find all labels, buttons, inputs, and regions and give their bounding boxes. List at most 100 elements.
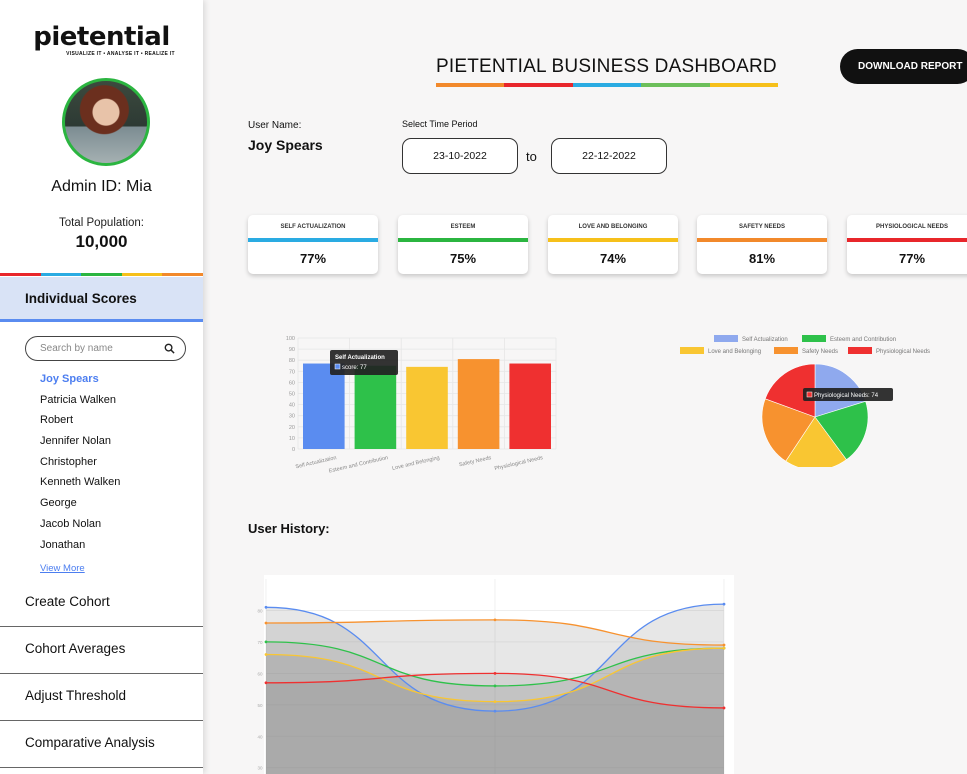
tooltip-title: Self Actualization [335,355,385,361]
tooltip-label: Physiological Needs: 74 [814,393,879,399]
date-from-field[interactable]: 23-10-2022 [402,138,518,174]
data-point [722,646,726,650]
logo-text: pietential [33,22,170,52]
user-list-item[interactable]: Robert [40,414,120,435]
y-tick-label: 100 [286,336,295,342]
y-tick-label: 90 [289,347,295,353]
data-point [493,671,497,675]
data-point [264,653,268,656]
y-tick-label: 20 [289,425,295,431]
y-tick-label: 30 [257,766,263,771]
admin-id: Admin ID: Mia [51,178,152,195]
menu-cohort-averages[interactable]: Cohort Averages [0,627,203,674]
population-label: Total Population: [58,217,145,229]
y-tick-label: 80 [289,358,295,364]
data-point [264,621,268,625]
score-card[interactable]: ESTEEM 75% [398,215,528,274]
data-point [493,709,497,713]
legend-label: Love and Belonging [708,349,761,355]
menu-adjust-threshold[interactable]: Adjust Threshold [0,674,203,721]
data-point [722,602,726,606]
search-placeholder: Search by name [40,343,113,354]
data-point [722,643,726,647]
bar [303,363,345,449]
tooltip-swatch [806,391,813,398]
user-list-item[interactable]: Jennifer Nolan [40,435,120,456]
score-card-label: LOVE AND BELONGING [578,223,648,230]
download-report-button[interactable]: DOWNLOAD REPORT [840,49,967,84]
data-point [264,640,268,644]
legend-label: Physiological Needs [876,349,930,355]
score-card[interactable]: SAFETY NEEDS 81% [697,215,827,274]
y-tick-label: 0 [292,447,295,453]
legend-swatch [802,335,826,342]
user-history-title: User History: [248,521,330,536]
date-to-field[interactable]: 22-12-2022 [551,138,667,174]
y-tick-label: 40 [289,403,295,409]
legend-label: Self Actualization [742,337,788,343]
user-list-item[interactable]: Patricia Walken [40,394,120,415]
score-card[interactable]: SELF ACTUALIZATION 77% [248,215,378,274]
score-card-label: ESTEEM [450,223,476,230]
x-tick-label: Love and Belonging [392,455,441,472]
menu-comparative-analysis[interactable]: Comparative Analysis [0,721,203,768]
score-card-value: 81% [748,250,776,266]
score-card-value: 77% [299,250,327,266]
y-tick-label: 80 [257,608,263,613]
data-point [722,706,726,710]
time-period-label: Select Time Period [402,119,478,129]
x-tick-label: Physiological Needs [494,455,544,472]
score-card-value: 75% [449,250,477,266]
legend-label: Esteem and Contribution [830,337,896,343]
data-point [264,681,268,685]
score-card-value: 77% [898,250,926,266]
legend-label: Safety Needs [802,349,838,355]
score-card-label: SAFETY NEEDS [739,223,785,230]
sidebar-item-individual-scores[interactable]: Individual Scores [0,277,203,322]
score-card-label: PHYSIOLOGICAL NEEDS [876,223,948,230]
score-card-value: 74% [599,250,627,266]
to-label: to [526,149,537,164]
y-tick-label: 30 [289,414,295,420]
avatar [62,78,150,166]
bar [354,365,397,449]
user-list-item[interactable]: Joy Spears [40,373,120,394]
tooltip-bg [330,350,398,375]
user-history-chart: 30 40 50 60 70 80 [257,575,734,774]
score-card-label: SELF ACTUALIZATION [280,223,346,230]
y-tick-label: 10 [289,436,295,442]
legend-swatch [774,347,798,354]
menu-create-cohort[interactable]: Create Cohort [0,580,203,627]
search-input[interactable]: Search by name [25,336,186,361]
tooltip-label: score: 77 [342,365,367,371]
y-tick-label: 60 [257,671,263,676]
population-value: 10,000 [75,232,128,251]
user-list-item[interactable]: George [40,497,120,518]
y-tick-label: 70 [289,369,295,375]
title-underline [436,83,779,87]
score-card[interactable]: PHYSIOLOGICAL NEEDS 77% [847,215,967,274]
tooltip-swatch [334,363,341,370]
search-icon[interactable] [164,343,175,354]
bar [457,359,500,449]
user-list-item[interactable]: Christopher [40,456,120,477]
sidebar-divider [0,273,203,276]
logo[interactable]: pietential VISUALIZE IT • ANALYSE IT • R… [0,22,203,57]
legend-swatch [848,347,872,354]
bar [509,363,551,449]
user-list-item[interactable]: Jonathan [40,539,120,560]
user-list: Joy Spears Patricia Walken Robert Jennifer … [40,373,120,559]
y-tick-label: 70 [257,640,263,645]
data-point [493,684,497,688]
data-point [264,605,268,609]
x-tick-label: Esteem and Contribution [328,455,388,474]
legend-swatch [714,335,738,342]
y-tick-label: 60 [289,380,295,386]
bar-chart: 0 10 20 30 40 50 60 70 80 90 100 Self Actualization… [286,336,557,475]
view-more-link[interactable]: View More [40,563,85,574]
y-tick-label: 50 [257,703,263,708]
y-tick-label: 50 [289,392,295,398]
user-list-item[interactable]: Jacob Nolan [40,518,120,539]
user-list-item[interactable]: Kenneth Walken [40,476,120,497]
score-card[interactable]: LOVE AND BELONGING 74% [548,215,678,274]
